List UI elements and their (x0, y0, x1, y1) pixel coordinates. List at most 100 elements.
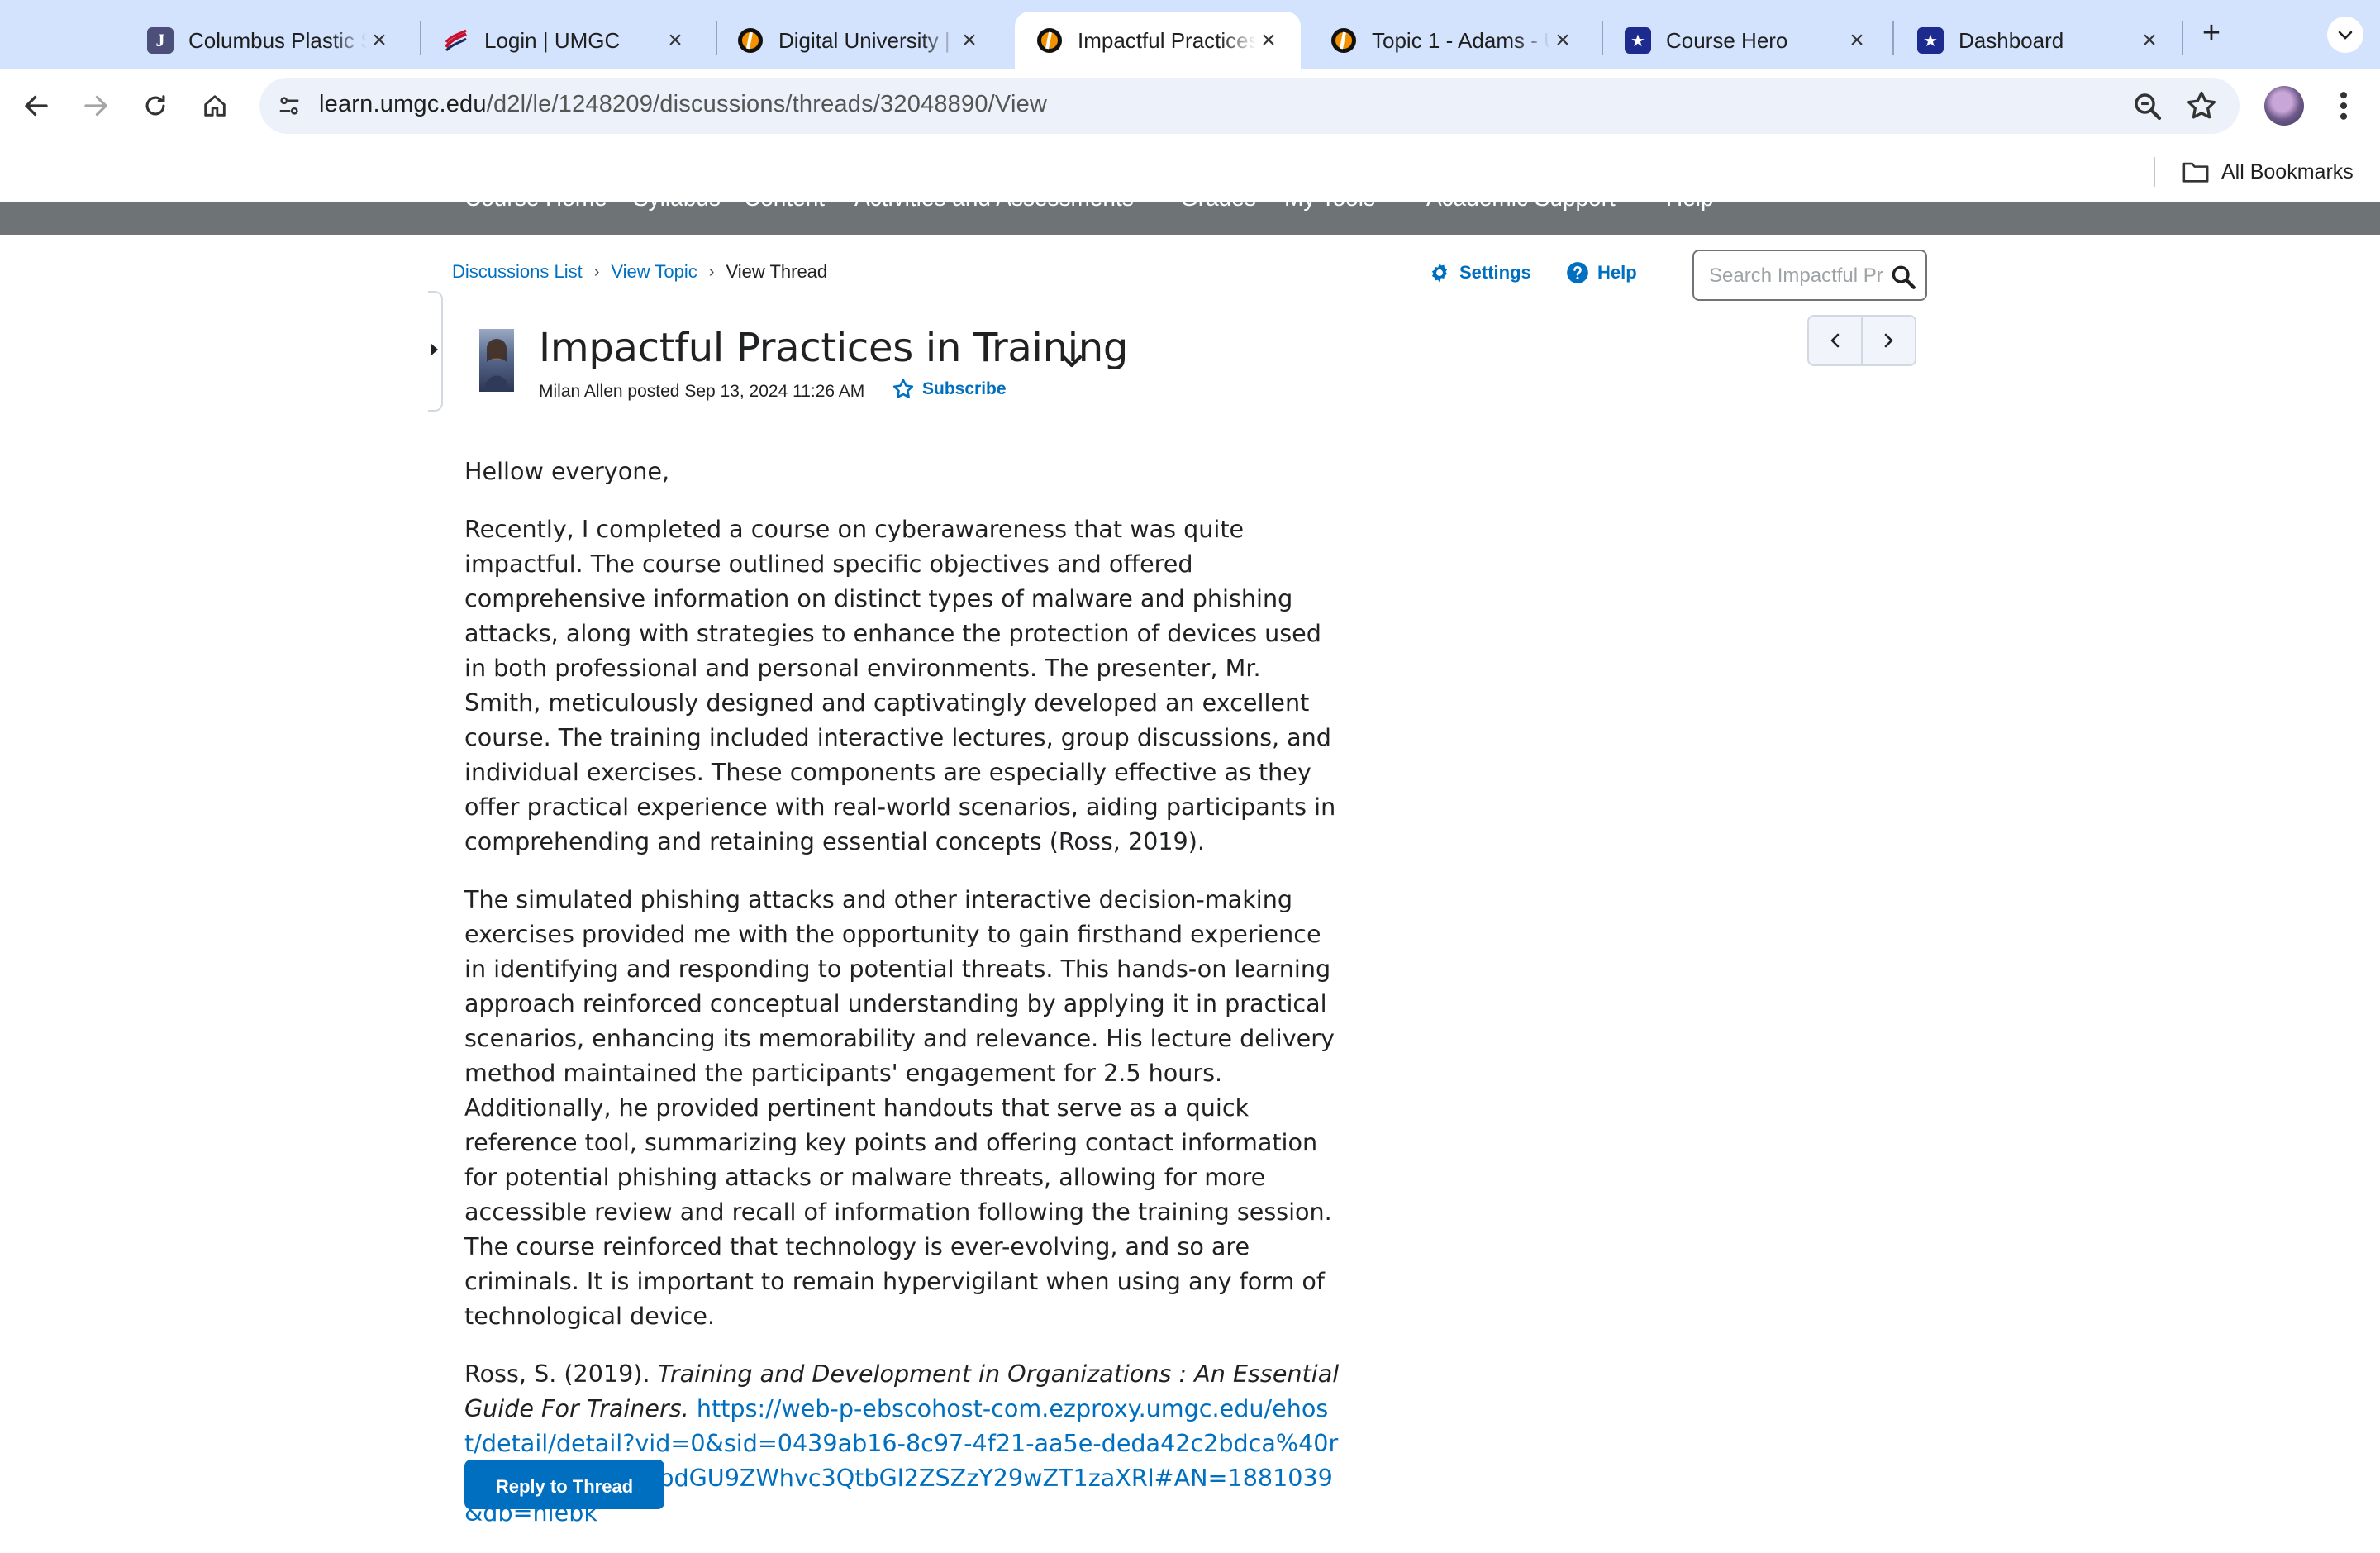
back-button[interactable] (17, 86, 56, 126)
chevron-down-icon[interactable] (1058, 347, 1086, 375)
tab-title: Course Hero (1666, 27, 1788, 53)
nav-activities-and-assessments[interactable]: Activities and Assessments (854, 202, 1134, 212)
breadcrumb-discussions-list[interactable]: Discussions List (452, 261, 583, 283)
nav-syllabus[interactable]: Syllabus (633, 202, 721, 212)
url-text[interactable]: learn.umgc.edu/d2l/le/1248209/discussion… (319, 91, 1047, 118)
home-icon (204, 95, 226, 117)
reload-button[interactable] (136, 86, 175, 126)
chevron-left-icon (1830, 333, 1839, 348)
site-info-icon[interactable] (273, 89, 306, 122)
nav-grades[interactable]: Grades (1180, 202, 1256, 212)
chevron-right-icon: › (593, 262, 600, 281)
post-date: Sep 13, 2024 11:26 AM (684, 382, 865, 401)
close-tab-icon[interactable]: × (1844, 26, 1869, 54)
chevron-down-icon (2338, 31, 2353, 40)
bookmark-star-icon[interactable] (2183, 88, 2220, 124)
umgc-flag-icon (443, 27, 469, 54)
d2l-icon (1036, 27, 1063, 54)
caret-right-icon (431, 344, 438, 355)
url-path: /d2l/le/1248209/discussions/threads/3204… (486, 91, 1048, 117)
post-meta: Milan Allen posted Sep 13, 2024 11:26 AM (539, 382, 864, 402)
kebab-menu-icon[interactable] (2329, 88, 2359, 124)
side-panel-toggle[interactable] (428, 291, 443, 412)
gear-icon (1431, 263, 1448, 283)
nav-my-tools[interactable]: My Tools (1284, 202, 1375, 212)
thread-title: Impactful Practices in Training (539, 325, 1129, 371)
breadcrumb: Discussions List › View Topic › View Thr… (452, 261, 827, 283)
nav-course-home[interactable]: Course Home (464, 202, 607, 212)
course-hero-icon: ★ (1917, 27, 1944, 54)
help-button[interactable]: Help (1566, 261, 1637, 284)
subscribe-label: Subscribe (922, 379, 1007, 398)
course-hero-icon: ★ (1625, 27, 1651, 54)
new-tab-button[interactable]: + (2195, 15, 2228, 51)
nav-academic-support[interactable]: Academic Support (1426, 202, 1616, 212)
course-navbar: Course Home Syllabus Content Activities … (0, 202, 2380, 235)
tab-topic-1-adams[interactable]: Topic 1 - Adams - UMGC × (1309, 12, 1595, 69)
search-input[interactable] (1709, 263, 1883, 289)
bookmarks-divider (2154, 157, 2155, 187)
settings-label: Settings (1459, 262, 1531, 283)
tab-dashboard[interactable]: ★ Dashboard × (1896, 12, 2182, 69)
d2l-icon (1330, 27, 1357, 54)
author-name[interactable]: Milan Allen (539, 382, 623, 401)
bookmarks-bar (0, 141, 2380, 202)
author-avatar (479, 329, 514, 392)
home-button[interactable] (195, 86, 235, 126)
tab-title: Dashboard (1959, 27, 2064, 53)
all-bookmarks-label: All Bookmarks (2221, 160, 2354, 183)
chevron-right-icon: › (708, 262, 715, 281)
close-tab-icon[interactable]: × (1550, 26, 1575, 54)
tab-title: Digital University | UMGC (778, 27, 957, 53)
tab-divider (2182, 21, 2183, 55)
tab-title: Impactful Practices in Training (1078, 27, 1256, 53)
nav-content[interactable]: Content (744, 202, 825, 212)
reload-icon (145, 95, 165, 116)
star-icon (892, 379, 914, 398)
search-icon[interactable] (1889, 263, 1917, 291)
chevron-right-icon (1885, 333, 1893, 348)
tab-strip: J Columbus Plastic Surgery × Login | UMG… (0, 0, 2380, 69)
forward-button[interactable] (76, 86, 116, 126)
zoom-icon[interactable] (2130, 89, 2165, 124)
tab-search-button[interactable] (2327, 17, 2363, 53)
tab-title: Login | UMGC (484, 27, 621, 53)
posted-label: posted (627, 382, 680, 401)
tab-login-umgc[interactable]: Login | UMGC × (421, 12, 707, 69)
close-tab-icon[interactable]: × (663, 26, 688, 54)
profile-avatar[interactable] (2264, 86, 2304, 126)
reply-to-thread-button[interactable]: Reply to Thread (464, 1460, 664, 1509)
all-bookmarks-button[interactable]: All Bookmarks (2182, 157, 2354, 187)
d2l-icon (737, 27, 764, 54)
next-thread-button[interactable] (1863, 317, 1915, 364)
breadcrumb-view-topic[interactable]: View Topic (611, 261, 697, 283)
close-tab-icon[interactable]: × (2137, 26, 2162, 54)
post-greeting: Hellow everyone, (464, 457, 670, 485)
tab-title: Columbus Plastic Surgery (188, 27, 367, 53)
tab-columbus-plastic-surgery[interactable]: J Columbus Plastic Surgery × (126, 12, 412, 69)
thread-pager (1807, 315, 1916, 366)
subscribe-button[interactable]: Subscribe (891, 377, 1007, 402)
help-icon (1567, 262, 1588, 283)
nav-help[interactable]: Help (1666, 202, 1714, 212)
j-icon: J (147, 27, 174, 54)
close-tab-icon[interactable]: × (1256, 26, 1281, 54)
close-tab-icon[interactable]: × (367, 26, 392, 54)
url-host: learn.umgc.edu (319, 91, 487, 117)
tab-divider (1892, 21, 1894, 55)
arrow-left-icon (25, 95, 48, 117)
tab-course-hero[interactable]: ★ Course Hero × (1603, 12, 1889, 69)
settings-button[interactable]: Settings (1428, 261, 1531, 284)
post-paragraph: The simulated phishing attacks and other… (464, 885, 1335, 1330)
tab-title: Topic 1 - Adams - UMGC (1372, 27, 1550, 53)
tab-impactful-practices[interactable]: Impactful Practices in Training × (1015, 12, 1301, 69)
citation-author: Ross, S. (2019). (464, 1360, 650, 1388)
close-tab-icon[interactable]: × (957, 26, 982, 54)
help-label: Help (1597, 262, 1637, 283)
previous-thread-button[interactable] (1809, 317, 1861, 364)
post-body: Hellow everyone, Recently, I completed a… (464, 454, 1340, 1553)
tab-digital-university[interactable]: Digital University | UMGC × (716, 12, 1002, 69)
folder-icon (2182, 162, 2209, 183)
search-field[interactable] (1692, 250, 1927, 301)
post-paragraph: Recently, I completed a course on cybera… (464, 515, 1336, 855)
